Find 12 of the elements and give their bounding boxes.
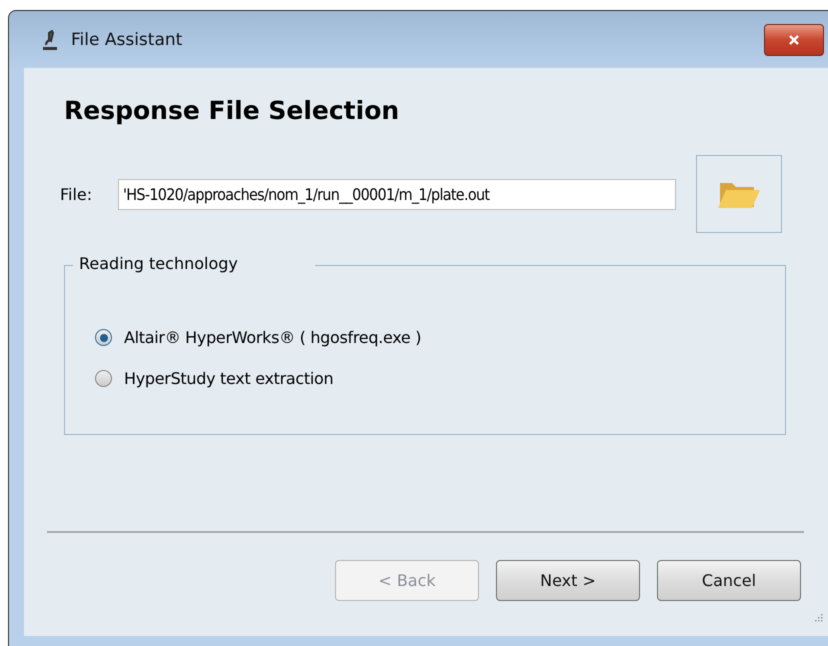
page-heading: Response File Selection: [64, 96, 400, 125]
wizard-button[interactable]: Cancel: [657, 560, 801, 601]
resize-grip-icon: [814, 613, 823, 622]
file-label: File:: [60, 184, 94, 204]
radio-option[interactable]: Altair® HyperWorks® ( hgosfreq.exe ): [95, 328, 785, 347]
window-title: File Assistant: [71, 30, 182, 50]
group-title: Reading technology: [73, 254, 315, 273]
file-path-field[interactable]: 'HS-1020/approaches/nom_1/run__00001/m_1/plate.out: [118, 178, 676, 210]
radio-option[interactable]: HyperStudy text extraction: [95, 369, 785, 388]
close-icon: [788, 34, 800, 44]
close-button[interactable]: [764, 24, 824, 56]
wizard-button[interactable]: Next >: [496, 560, 640, 601]
